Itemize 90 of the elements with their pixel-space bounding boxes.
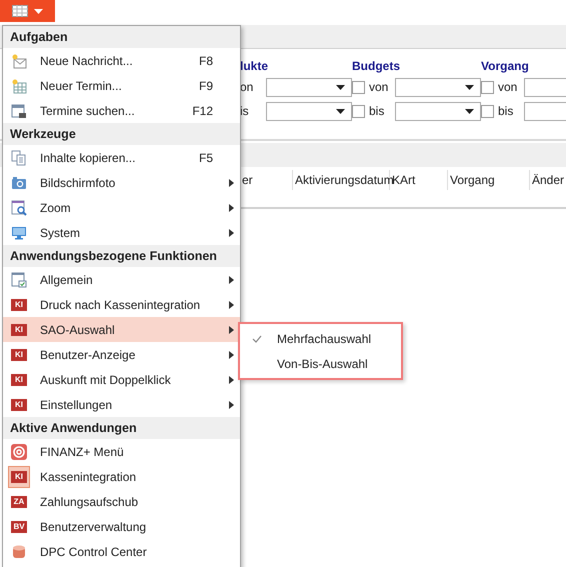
checkbox[interactable] [481,80,494,94]
menu-item-label: Kassenintegration [40,468,138,486]
submenu-item-label: Von-Bis-Auswahl [277,356,368,372]
submenu-arrow-icon [229,276,234,284]
submenu-arrow-icon [229,400,234,408]
caret-icon [336,108,345,114]
caret-icon [465,84,474,90]
menu-item-label: FINANZ+ Menü [40,444,125,460]
filter-group-title: lukte [240,58,270,75]
menu-item-label: SAO-Auswahl [40,322,116,338]
badge-icon: ZA [11,496,27,508]
range-label: bis [498,103,514,120]
submenu-arrow-icon [229,300,234,308]
caret-icon [336,84,345,90]
range-label: von [369,79,390,96]
menu-item[interactable]: KI Kassenintegration [3,464,240,489]
submenu-arrow-icon [229,376,234,384]
badge-icon: KI [11,298,27,310]
menu-item-label: Allgemein [40,272,94,288]
badge-icon: KI [11,398,27,410]
shortcut-label: F5 [198,150,213,166]
menu-item[interactable]: Neue Nachricht... F8 [3,48,240,73]
menu-section-header: Aktive Anwendungen [3,417,240,439]
view-menu-button[interactable] [0,0,55,22]
submenu-arrow-icon [229,350,234,358]
dropdown-arrow-icon [34,8,43,14]
menu-item[interactable]: Allgemein [3,267,240,292]
range-dropdown[interactable] [395,102,481,120]
menu-item[interactable]: ZA Zahlungsaufschub [3,489,240,514]
shortcut-label: F12 [192,102,213,120]
menu-item-label: Benutzerverwaltung [40,518,148,536]
submenu-arrow-icon [229,204,234,212]
menu-item[interactable]: Neuer Termin... F9 [3,73,240,98]
menu-section-header: Werkzeuge [3,123,240,145]
menu-item[interactable]: System [3,220,240,245]
menu-item[interactable]: KI Einstellungen [3,392,240,417]
badge-icon: BV [11,520,27,532]
menu-item[interactable]: Termine suchen... F12 [3,98,240,123]
menu-item-label: Neuer Termin... [40,78,123,94]
shortcut-label: F9 [198,78,213,94]
menu-item[interactable]: Bildschirmfoto [3,170,240,195]
filter-group-title: Vorgang [481,58,530,75]
menu-item[interactable]: DPC Control Center [3,539,240,564]
menu-item[interactable]: KI SAO-Auswahl [3,317,240,342]
checkbox[interactable] [481,104,494,118]
range-dropdown[interactable] [266,78,352,96]
menu-item[interactable]: KI Benutzer-Anzeige [3,342,240,367]
grid-icon [12,5,28,17]
menu-item[interactable]: BV Benutzerverwaltung [3,514,240,539]
column-header[interactable]: Vorgang [448,170,530,190]
range-label: von [498,79,518,96]
menu-item-label: Zahlungsaufschub [40,494,140,510]
range-label: is [240,103,250,120]
caret-icon [465,108,474,114]
shortcut-label: F8 [198,52,213,70]
submenu-arrow-icon [229,228,234,236]
menu-item-label: Benutzer-Anzeige [40,346,136,364]
menu-item-label: Neue Nachricht... [40,52,134,70]
menu-item[interactable]: FINANZ+ Menü [3,439,240,464]
badge-icon: KI [11,348,27,360]
menu-item[interactable]: KI Auskunft mit Doppelklick [3,367,240,392]
menu-item-label: Inhalte kopieren... [40,150,136,166]
menu-item-label: Zoom [40,200,72,216]
range-label: bis [369,103,386,120]
badge-icon: KI [8,466,30,488]
checkbox[interactable] [352,104,365,118]
submenu-item[interactable]: Von-Bis-Auswahl [240,351,401,376]
filter-group-title: Budgets [352,58,401,75]
submenu-item-label: Mehrfachauswahl [277,330,372,348]
badge-icon: KI [11,324,27,336]
menu-item-label: System [40,224,82,242]
column-header[interactable]: Änder [530,170,566,190]
menu-item-label: Druck nach Kassenintegration [40,296,202,314]
menu-item-label: Termine suchen... [40,102,136,120]
submenu-arrow-icon [229,178,234,186]
menu-section-header: Anwendungsbezogene Funktionen [3,245,240,267]
menu-item[interactable]: Zoom [3,195,240,220]
checkbox[interactable] [352,80,365,94]
submenu-item[interactable]: Mehrfachauswahl [240,326,401,351]
range-dropdown[interactable] [395,78,481,96]
menu-item[interactable]: Inhalte kopieren... F5 [3,145,240,170]
menu-item-label: Einstellungen [40,396,114,414]
range-dropdown[interactable] [266,102,352,120]
menu-item[interactable]: KI Druck nach Kassenintegration [3,292,240,317]
menu-section-header: Aufgaben [3,26,240,48]
badge-icon: KI [11,374,27,386]
menu-item-label: DPC Control Center [40,544,148,560]
menu-item-label: Auskunft mit Doppelklick [40,372,172,388]
submenu-arrow-icon [229,326,234,334]
menu-item-label: Bildschirmfoto [40,174,116,192]
